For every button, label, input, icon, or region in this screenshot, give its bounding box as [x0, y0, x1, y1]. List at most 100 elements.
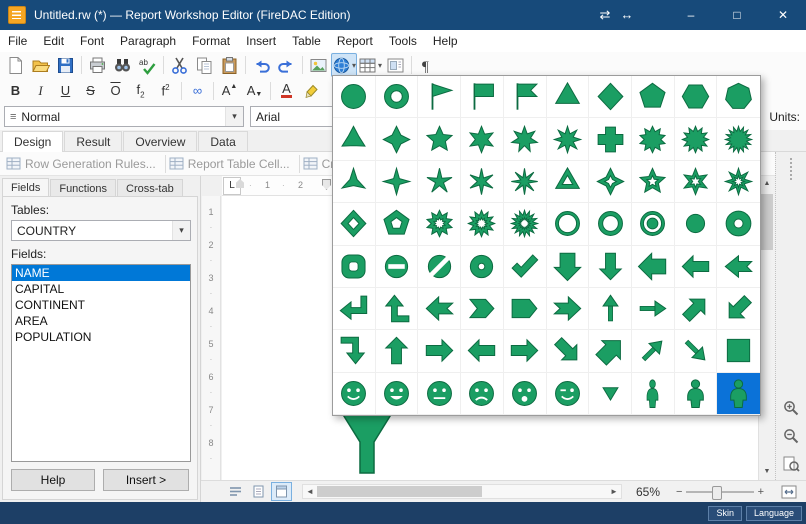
shape-smiley-neutral[interactable] — [418, 373, 461, 415]
shape-donut-thin[interactable] — [589, 203, 632, 245]
shape-star16[interactable] — [717, 118, 760, 160]
paste-button[interactable] — [217, 53, 242, 77]
skin-button[interactable]: Skin — [708, 506, 742, 521]
toolbar-grip[interactable] — [790, 158, 792, 180]
menu-table[interactable]: Table — [284, 32, 329, 50]
zoom-page-icon[interactable] — [780, 454, 802, 474]
shape-smiley-wink[interactable] — [547, 373, 590, 415]
shape-rounded-square-hole[interactable] — [333, 246, 376, 288]
shape-arrow-bent-up[interactable] — [376, 288, 419, 330]
language-button[interactable]: Language — [746, 506, 802, 521]
shape-circle-small[interactable] — [675, 203, 718, 245]
menu-report[interactable]: Report — [329, 32, 381, 50]
shape-star10-outline[interactable] — [418, 203, 461, 245]
find-button[interactable] — [110, 53, 135, 77]
insert-frame-button[interactable] — [383, 53, 408, 77]
menu-font[interactable]: Font — [72, 32, 112, 50]
shape-arrow-left-wide[interactable] — [632, 246, 675, 288]
shape-arrow-se-thin[interactable] — [675, 330, 718, 372]
overline-button[interactable]: O — [103, 79, 128, 103]
shape-arrow-left-notched[interactable] — [418, 288, 461, 330]
shape-arrow-ne-thin[interactable] — [632, 330, 675, 372]
tab-data[interactable]: Data — [198, 131, 247, 151]
shape-circle[interactable] — [333, 76, 376, 118]
shape-arrow-right-notched[interactable] — [547, 288, 590, 330]
redo-button[interactable] — [274, 53, 299, 77]
shape-smiley-grin[interactable] — [376, 373, 419, 415]
shape-arrow-left[interactable] — [675, 246, 718, 288]
shape-square[interactable] — [717, 330, 760, 372]
hyperlink-button[interactable]: ∞ — [185, 79, 210, 103]
shape-arrow-bent-left[interactable] — [333, 288, 376, 330]
scroll-up-icon[interactable]: ▲ — [759, 176, 775, 192]
shape-diamond[interactable] — [589, 76, 632, 118]
shape-arrow-left-tail[interactable] — [717, 246, 760, 288]
shape-circle-outline[interactable] — [547, 203, 590, 245]
zoom-out-sign[interactable]: − — [676, 486, 682, 498]
open-file-button[interactable] — [28, 53, 53, 77]
insert-picture-button[interactable] — [306, 53, 331, 77]
grow-font-button[interactable]: A▲ — [217, 79, 242, 103]
vertical-scroll-thumb[interactable] — [761, 194, 773, 250]
shape-star5-sharp[interactable] — [418, 161, 461, 203]
shape-cross[interactable] — [589, 118, 632, 160]
shape-donut-thick[interactable] — [717, 203, 760, 245]
bold-button[interactable]: B — [3, 79, 28, 103]
scroll-down-icon[interactable]: ▼ — [759, 464, 775, 480]
right-indent-marker[interactable] — [322, 179, 331, 190]
tab-overview[interactable]: Overview — [123, 131, 197, 151]
shape-arrow-right-long[interactable] — [504, 330, 547, 372]
shape-check[interactable] — [504, 246, 547, 288]
italic-button[interactable]: I — [28, 79, 53, 103]
shape-heptagon[interactable] — [717, 76, 760, 118]
shape-star6[interactable] — [461, 118, 504, 160]
new-document-button[interactable] — [3, 53, 28, 77]
shape-star5-outline[interactable] — [632, 161, 675, 203]
shape-star6-sharp[interactable] — [461, 161, 504, 203]
undo-button[interactable] — [249, 53, 274, 77]
chevron-down-icon[interactable]: ▾ — [225, 107, 243, 126]
panel-tab-fields[interactable]: Fields — [2, 178, 49, 196]
shape-pentagon[interactable] — [632, 76, 675, 118]
shape-star12-outline[interactable] — [461, 203, 504, 245]
horizontal-scroll-thumb[interactable] — [317, 486, 482, 497]
shape-arrow-bent-down[interactable] — [333, 330, 376, 372]
font-color-button[interactable]: A — [274, 79, 299, 103]
shape-person[interactable] — [717, 373, 760, 415]
shape-pentagon-outline[interactable] — [376, 203, 419, 245]
tab-result[interactable]: Result — [64, 131, 122, 151]
shape-pentagon-arrow[interactable] — [504, 288, 547, 330]
zoom-in-sign[interactable]: + — [758, 486, 764, 498]
shape-donut[interactable] — [376, 76, 419, 118]
menu-edit[interactable]: Edit — [35, 32, 72, 50]
shape-star6-outline[interactable] — [675, 161, 718, 203]
shape-chevron-right[interactable] — [461, 288, 504, 330]
zoom-out-icon[interactable] — [780, 426, 802, 446]
shape-circle-minus[interactable] — [376, 246, 419, 288]
save-file-button[interactable] — [53, 53, 78, 77]
subscript-button[interactable]: f2 — [128, 79, 153, 103]
panel-tab-cross-tab[interactable]: Cross-tab — [117, 179, 183, 196]
zoom-thumb[interactable] — [712, 486, 722, 500]
menu-insert[interactable]: Insert — [238, 32, 284, 50]
underline-button[interactable]: U — [53, 79, 78, 103]
shape-hexagon[interactable] — [675, 76, 718, 118]
shape-star3-sharp[interactable] — [333, 161, 376, 203]
shape-rect-flag[interactable] — [461, 76, 504, 118]
shrink-font-button[interactable]: A▼ — [242, 79, 267, 103]
menu-paragraph[interactable]: Paragraph — [112, 32, 184, 50]
shape-arrow-down-left[interactable] — [717, 288, 760, 330]
shape-star4[interactable] — [376, 118, 419, 160]
scroll-right-icon[interactable]: ► — [607, 487, 621, 496]
shape-star8-outline[interactable] — [717, 161, 760, 203]
spellcheck-button[interactable]: ab — [135, 53, 160, 77]
shape-double-ring[interactable] — [632, 203, 675, 245]
report-tool-1[interactable]: Row Generation Rules... — [6, 157, 156, 171]
horizontal-scrollbar[interactable]: ◄ ► — [302, 484, 622, 499]
field-item-capital[interactable]: CAPITAL — [12, 281, 190, 297]
paragraph-style-combo[interactable]: ≡ Normal ▾ — [4, 106, 244, 127]
swap-arrows-icon[interactable]: ⇄ — [594, 7, 616, 23]
print-button[interactable] — [85, 53, 110, 77]
tables-combo[interactable]: COUNTRY ▾ — [11, 220, 191, 241]
shape-smiley-open[interactable] — [504, 373, 547, 415]
